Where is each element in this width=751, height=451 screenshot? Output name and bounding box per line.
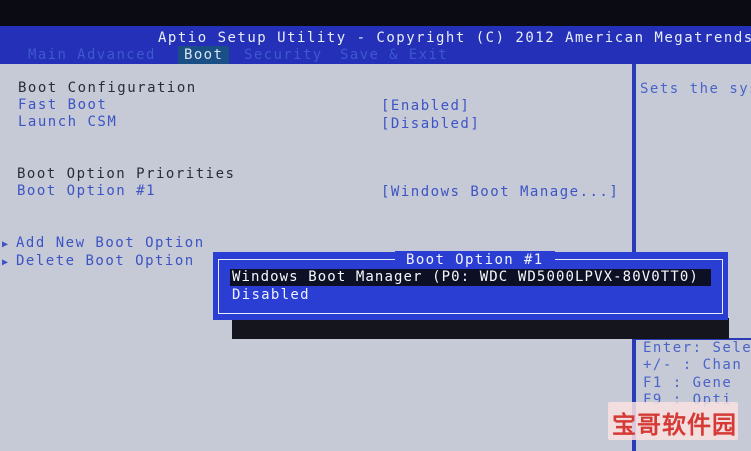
boot-option-1-value[interactable]: [Windows Boot Manage...] bbox=[381, 184, 619, 200]
tab-save-exit[interactable]: Save & Exit bbox=[340, 46, 448, 64]
launch-csm-value[interactable]: [Disabled] bbox=[381, 116, 480, 132]
tab-boot[interactable]: Boot bbox=[178, 46, 230, 64]
boot-option-1-label[interactable]: Boot Option #1 bbox=[17, 183, 156, 199]
window-title: Aptio Setup Utility - Copyright (C) 2012… bbox=[158, 30, 751, 46]
launch-csm-label[interactable]: Launch CSM bbox=[18, 114, 117, 130]
help-key-f1: F1 : Gene bbox=[643, 375, 733, 391]
fast-boot-label[interactable]: Fast Boot bbox=[18, 97, 107, 113]
help-key-plus-minus: +/- : Chan bbox=[643, 357, 743, 373]
help-key-enter: Enter: Sele bbox=[643, 340, 751, 356]
monitor-bezel bbox=[0, 0, 751, 26]
watermark-logo: 宝哥软件园 bbox=[612, 411, 737, 439]
fast-boot-value[interactable]: [Enabled] bbox=[381, 98, 470, 114]
submenu-arrow-icon: ▶ bbox=[2, 257, 10, 268]
popup-shadow bbox=[232, 318, 729, 339]
submenu-arrow-icon: ▶ bbox=[2, 239, 10, 250]
tab-security[interactable]: Security bbox=[244, 46, 323, 64]
boot-config-heading: Boot Configuration bbox=[18, 80, 197, 96]
add-boot-option-link[interactable]: Add New Boot Option bbox=[16, 235, 205, 251]
bios-screen: Aptio Setup Utility - Copyright (C) 2012… bbox=[0, 0, 751, 451]
tab-main-advanced[interactable]: Main Advanced bbox=[28, 46, 156, 64]
help-description: Sets the sys bbox=[640, 81, 751, 97]
delete-boot-option-link[interactable]: Delete Boot Option bbox=[16, 253, 195, 269]
boot-priorities-heading: Boot Option Priorities bbox=[17, 166, 236, 182]
popup-title: Boot Option #1 bbox=[406, 252, 544, 268]
menu-bar: Main Advanced Boot Security Save & Exit bbox=[0, 46, 751, 64]
popup-option-windows-boot-manager[interactable]: Windows Boot Manager (P0: WDC WD5000LPVX… bbox=[232, 269, 699, 285]
popup-option-disabled[interactable]: Disabled bbox=[232, 287, 310, 303]
